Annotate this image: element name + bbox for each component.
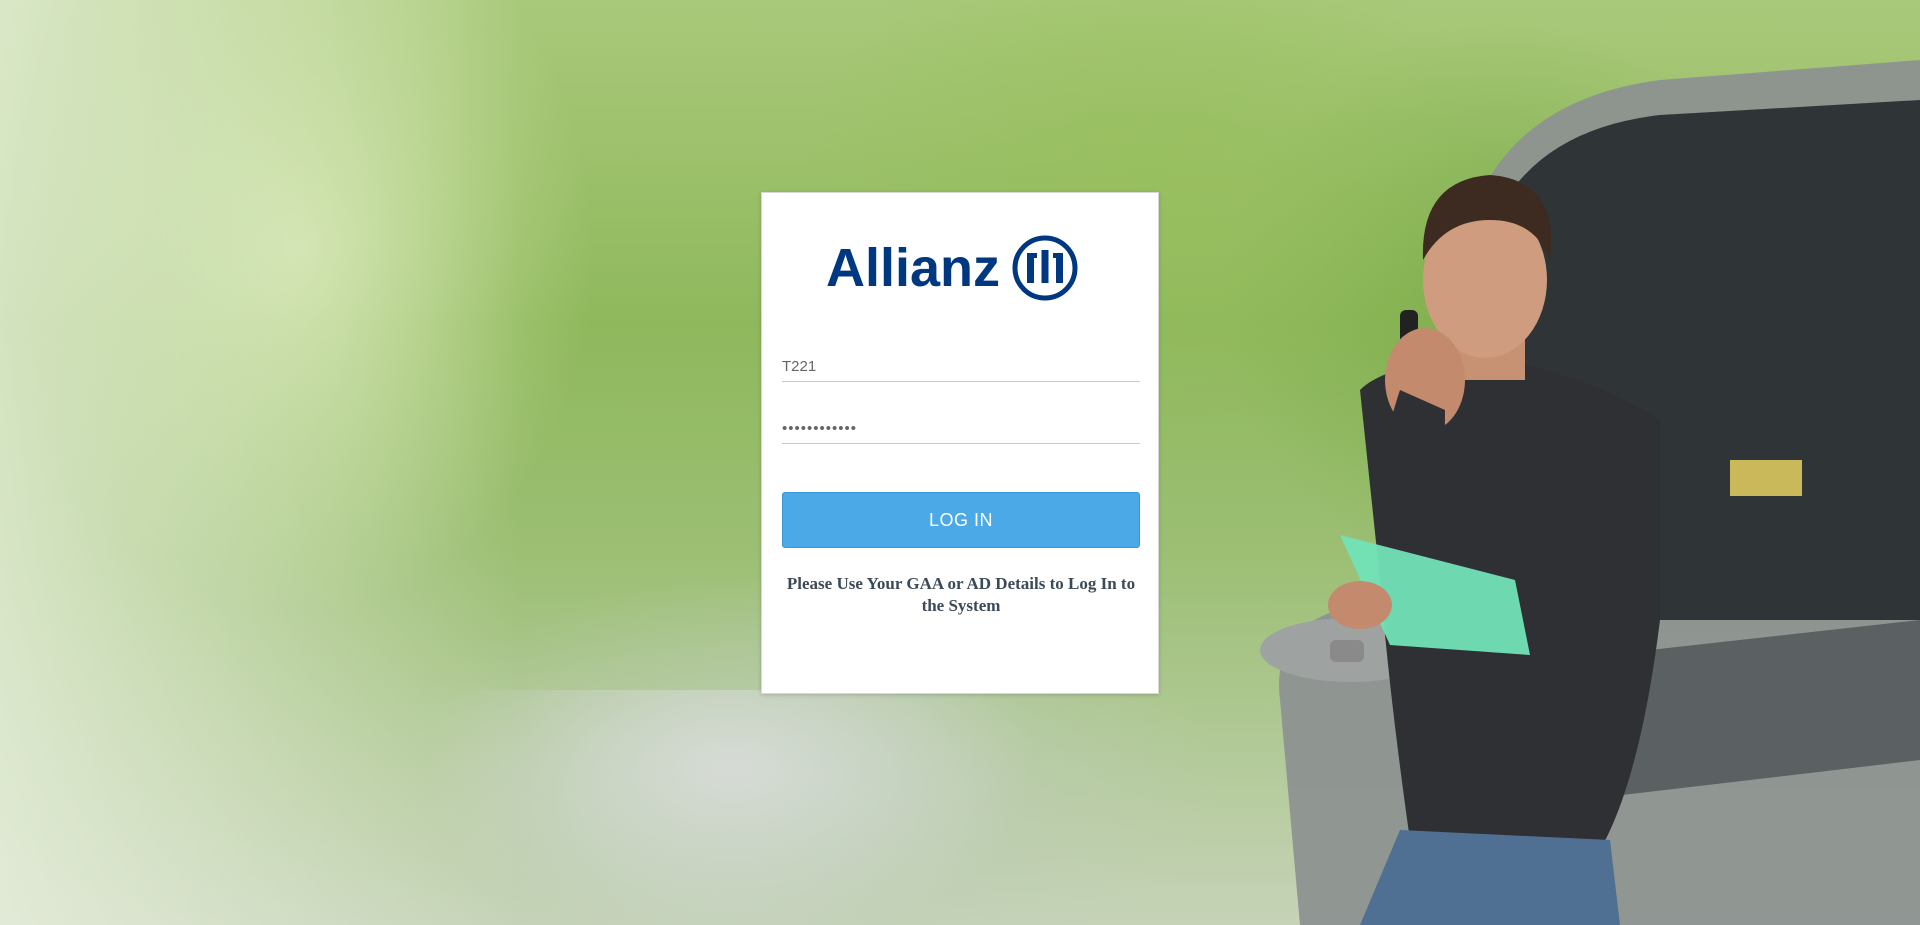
login-card: Allianz LOG IN Please Use Your GAA or AD…: [761, 192, 1159, 694]
login-help-text: Please Use Your GAA or AD Details to Log…: [786, 574, 1136, 615]
login-page: Allianz LOG IN Please Use Your GAA or AD…: [0, 0, 1920, 925]
allianz-eagle-icon: [1012, 235, 1078, 301]
background-photo: [1260, 60, 1920, 925]
username-input[interactable]: [782, 352, 1140, 382]
login-button[interactable]: LOG IN: [782, 492, 1140, 548]
background-road: [420, 690, 1040, 925]
logo-wordmark: Allianz: [826, 238, 1001, 298]
allianz-logo: Allianz: [826, 235, 1078, 301]
password-input[interactable]: [782, 414, 1140, 444]
